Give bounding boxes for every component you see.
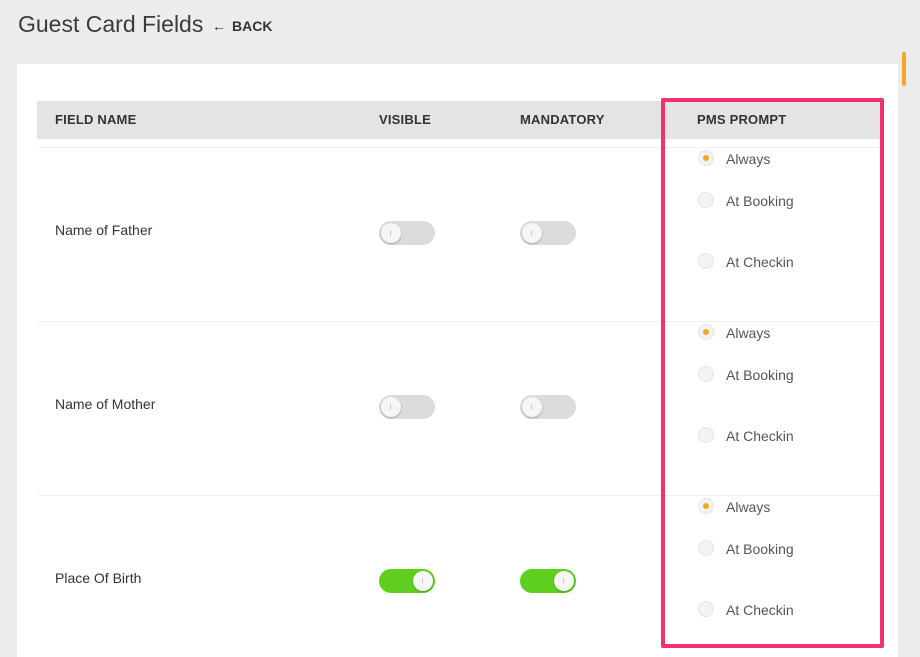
radio-label: Always (726, 325, 771, 341)
page-header: Guest Card Fields ← BACK (0, 0, 920, 54)
page-title: Guest Card Fields (18, 11, 204, 37)
grip-line (531, 404, 532, 410)
radio-label: Always (726, 151, 771, 167)
radio-label: At Booking (726, 541, 794, 557)
table-row: Place Of Birth Always At Booking At Chec… (37, 495, 880, 657)
radio-button[interactable] (698, 498, 714, 514)
arrow-left-icon: ← (212, 18, 226, 34)
radio-label: At Checkin (726, 602, 794, 618)
column-header-mandatory: MANDATORY (520, 112, 605, 127)
row-divider (37, 495, 880, 496)
fields-card: FIELD NAME VISIBLE MANDATORY PMS PROMPT … (17, 64, 898, 657)
mandatory-toggle[interactable] (520, 569, 576, 593)
toggle-knob (522, 223, 542, 243)
toggle-knob (381, 397, 401, 417)
radio-button[interactable] (698, 540, 714, 556)
column-header-field-name: FIELD NAME (55, 112, 137, 127)
toggle-knob (413, 571, 433, 591)
back-button[interactable]: ← BACK (212, 18, 272, 34)
grip-line (531, 230, 532, 236)
scrollbar-thumb[interactable] (902, 52, 906, 86)
column-header-pms-prompt: PMS PROMPT (697, 112, 787, 127)
radio-button[interactable] (698, 601, 714, 617)
radio-button[interactable] (698, 253, 714, 269)
radio-button[interactable] (698, 192, 714, 208)
radio-dot (703, 329, 709, 335)
grip-line (422, 578, 423, 584)
mandatory-toggle[interactable] (520, 395, 576, 419)
radio-label: At Booking (726, 367, 794, 383)
radio-label: At Booking (726, 193, 794, 209)
toggle-knob (554, 571, 574, 591)
radio-button[interactable] (698, 427, 714, 443)
grip-line (390, 404, 391, 410)
field-name: Name of Mother (55, 396, 156, 412)
table-row: Name of Father Always At Booking At Chec… (37, 147, 880, 321)
visible-toggle[interactable] (379, 395, 435, 419)
toggle-knob (381, 223, 401, 243)
column-header-visible: VISIBLE (379, 112, 431, 127)
radio-button[interactable] (698, 324, 714, 340)
field-name: Place Of Birth (55, 570, 142, 586)
row-divider (37, 147, 880, 148)
radio-label: At Checkin (726, 254, 794, 270)
radio-dot (703, 155, 709, 161)
radio-label: Always (726, 499, 771, 515)
field-name: Name of Father (55, 222, 153, 238)
visible-toggle[interactable] (379, 569, 435, 593)
grip-line (563, 578, 564, 584)
table-header: FIELD NAME VISIBLE MANDATORY PMS PROMPT (37, 101, 880, 139)
back-label: BACK (232, 18, 273, 34)
toggle-knob (522, 397, 542, 417)
grip-line (390, 230, 391, 236)
row-divider (37, 321, 880, 322)
mandatory-toggle[interactable] (520, 221, 576, 245)
radio-button[interactable] (698, 366, 714, 382)
table-row: Name of Mother Always At Booking At Chec… (37, 321, 880, 495)
radio-dot (703, 503, 709, 509)
radio-label: At Checkin (726, 428, 794, 444)
radio-button[interactable] (698, 150, 714, 166)
visible-toggle[interactable] (379, 221, 435, 245)
